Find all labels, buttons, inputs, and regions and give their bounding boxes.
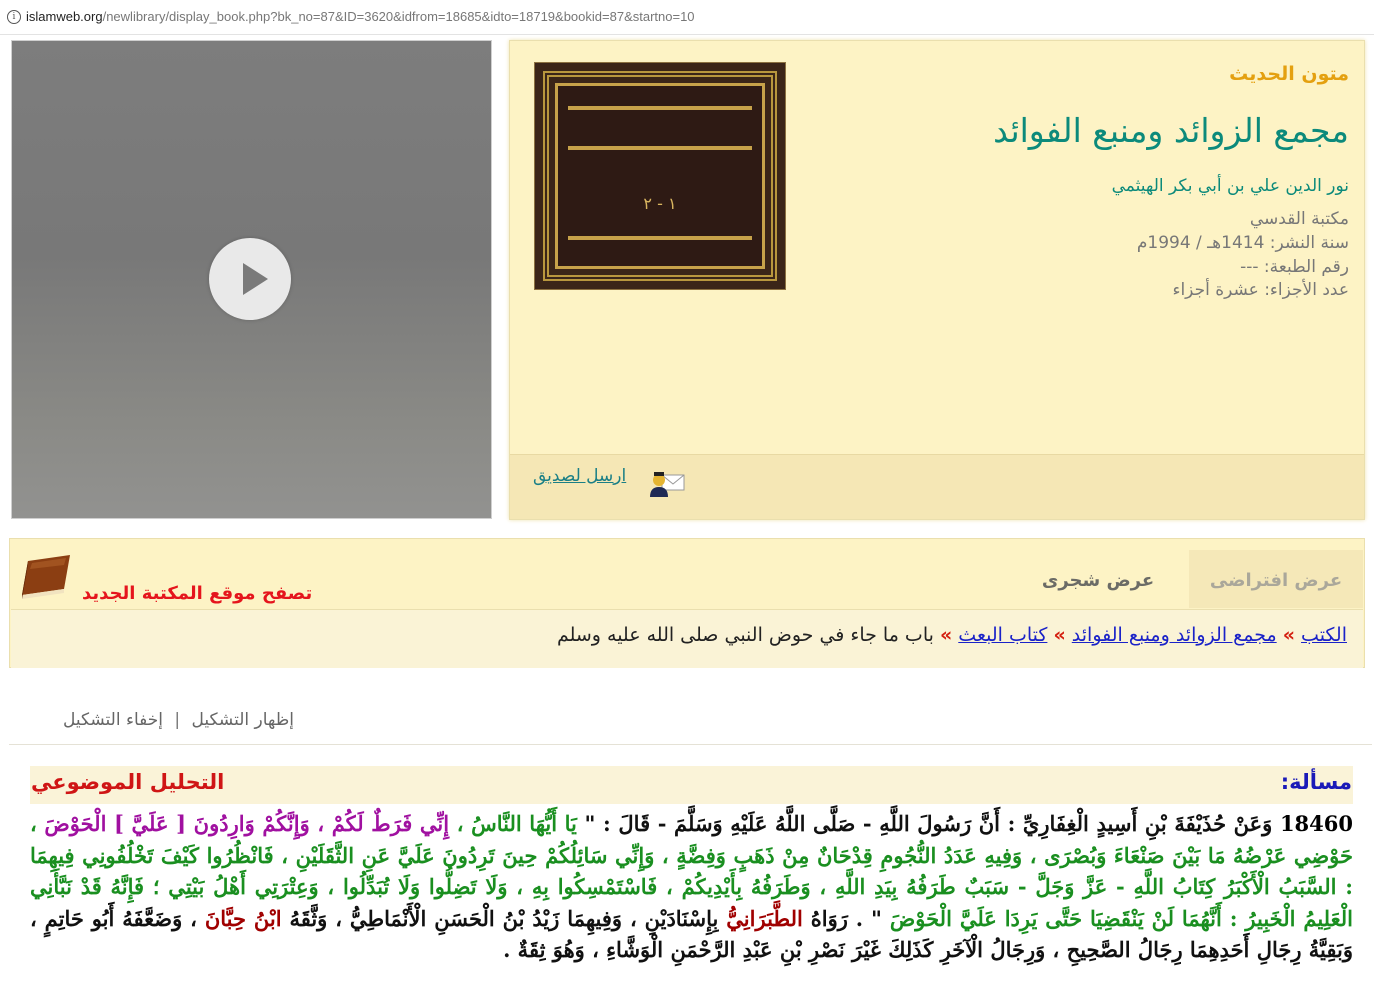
address-bar[interactable]: i islamweb.org/newlibrary/display_book.p… xyxy=(0,0,1374,35)
cover-inner: ١ - ٢ xyxy=(555,83,765,269)
hadith-highlight[interactable]: إِنِّي فَرَطٌ لَكُمْ ، وَإِنَّكُمْ وَارِ… xyxy=(44,811,449,836)
collection-name[interactable]: متون الحديث xyxy=(1229,63,1349,85)
narrator-link[interactable]: الطَّبَرَانِيُّ xyxy=(726,906,803,931)
url-path: /newlibrary/display_book.php?bk_no=87&ID… xyxy=(102,9,695,24)
hadith-quote: يَا أَيُّهَا النَّاسُ ، xyxy=(449,811,577,836)
breadcrumb-chapter[interactable]: كتاب البعث xyxy=(958,624,1047,646)
cover-band xyxy=(568,106,752,110)
volume-count: عدد الأجزاء: عشرة أجزاء xyxy=(1172,280,1349,300)
show-diacritics-link[interactable]: إظهار التشكيل xyxy=(192,710,294,730)
info-icon[interactable]: i xyxy=(7,10,21,24)
book-info-panel: ١ - ٢ متون الحديث مجمع الزوائد ومنبع الف… xyxy=(509,40,1365,520)
hadith-text: 18460 وَعَنْ حُذَيْفَةَ بْنِ أَسِيدٍ الْ… xyxy=(30,808,1353,966)
video-player[interactable] xyxy=(11,40,492,519)
edition: رقم الطبعة: --- xyxy=(1240,257,1349,277)
book-info-footer xyxy=(510,454,1364,519)
tab-virtual-view[interactable]: عرض افتراضى xyxy=(1189,550,1363,608)
publisher: مكتبة القدسي xyxy=(1249,209,1349,229)
hadith-part: وَعَنْ حُذَيْفَةَ بْنِ أَسِيدٍ الْغِفَار… xyxy=(576,811,1273,836)
breadcrumb-separator: » xyxy=(1053,624,1066,646)
hadith-part: بِإِسْنَادَيْنِ ، وَفِيهِمَا زَيْدُ بْنُ… xyxy=(281,905,727,931)
book-cover-image: ١ - ٢ xyxy=(534,62,786,290)
breadcrumb-books[interactable]: الكتب xyxy=(1301,624,1347,646)
diacritics-toggle: إظهار التشكيل | إخفاء التشكيل xyxy=(63,710,294,730)
breadcrumb-book-title[interactable]: مجمع الزوائد ومنبع الفوائد xyxy=(1072,624,1277,646)
content-header: مسألة: التحليل الموضوعي xyxy=(30,766,1353,804)
tab-tree-view[interactable]: عرض شجرى xyxy=(1028,550,1168,608)
book-title: مجمع الزوائد ومنبع الفوائد xyxy=(993,111,1349,150)
navigation-panel: عرض افتراضى عرض شجرى تصفح موقع المكتبة ا… xyxy=(9,538,1365,668)
hadith-number: 18460 xyxy=(1279,811,1353,836)
cover-band xyxy=(568,146,752,150)
send-to-friend-link[interactable]: ارسل لصديق xyxy=(533,466,626,486)
url-domain: islamweb.org xyxy=(26,9,103,24)
divider xyxy=(9,744,1372,745)
diacritics-divider: | xyxy=(174,710,181,730)
book-author[interactable]: نور الدين علي بن أبي بكر الهيثمي xyxy=(1112,176,1349,196)
new-library-site-link[interactable]: تصفح موقع المكتبة الجديد xyxy=(82,583,312,604)
breadcrumb-separator: » xyxy=(1282,624,1295,646)
book-icon[interactable] xyxy=(18,553,74,601)
publish-year: سنة النشر: 1414هـ / 1994م xyxy=(1136,233,1349,253)
play-icon xyxy=(243,263,268,295)
masala-label: مسألة: xyxy=(1280,770,1352,794)
cover-volume: ١ - ٢ xyxy=(643,194,677,213)
breadcrumb-current: باب ما جاء في حوض النبي صلى الله عليه وس… xyxy=(556,624,934,646)
topic-analysis-link[interactable]: التحليل الموضوعي xyxy=(31,770,224,794)
breadcrumb: الكتب » مجمع الزوائد ومنبع الفوائد » كتا… xyxy=(557,624,1347,646)
breadcrumb-bar: الكتب » مجمع الزوائد ومنبع الفوائد » كتا… xyxy=(11,609,1363,668)
narrator-link[interactable]: ابْنُ حِبَّانَ xyxy=(205,906,282,931)
hide-diacritics-link[interactable]: إخفاء التشكيل xyxy=(63,710,163,730)
play-button[interactable] xyxy=(209,238,291,320)
hadith-part: " . رَوَاهُ xyxy=(802,905,890,931)
cover-band xyxy=(568,236,752,240)
breadcrumb-separator: » xyxy=(939,624,953,646)
url-text[interactable]: islamweb.org/newlibrary/display_book.php… xyxy=(26,9,695,24)
send-mail-icon[interactable] xyxy=(648,467,686,499)
